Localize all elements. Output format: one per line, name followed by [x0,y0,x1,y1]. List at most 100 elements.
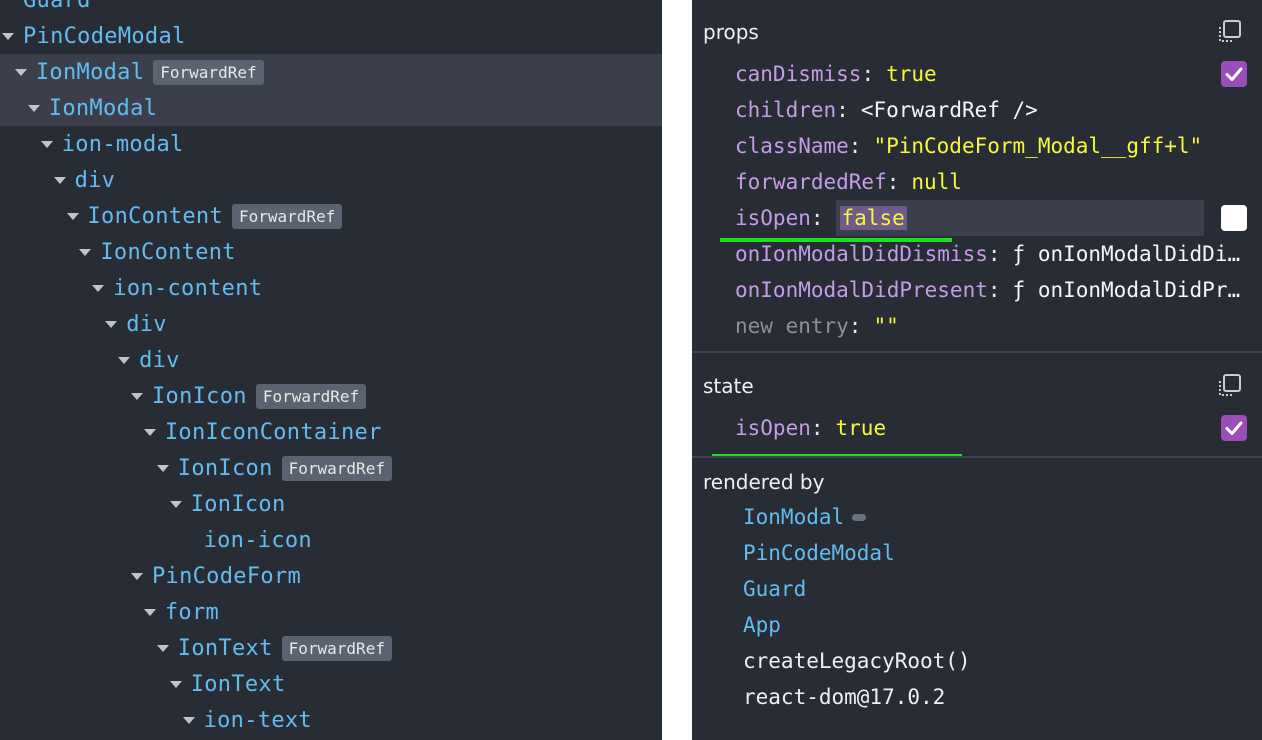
colon: : [861,62,875,86]
tree-row[interactable]: IonText [0,666,662,702]
triangle-down-icon[interactable] [92,284,105,292]
triangle-down-icon[interactable] [105,320,118,328]
triangle-down-icon[interactable] [79,248,92,256]
colon: : [987,278,1001,302]
tree-row[interactable]: IonIcon ForwardRef [0,450,662,486]
props-row[interactable]: canDismiss: true [735,57,1206,91]
triangle-down-icon[interactable] [66,212,79,220]
prop-key: onIonModalDidDismiss [735,242,988,266]
rendered-by-item[interactable]: Guard [743,572,806,606]
triangle-down-icon[interactable] [182,716,195,724]
tree-row[interactable]: IonIcon [0,486,662,522]
check-icon [1225,67,1243,81]
prop-value[interactable]: null [911,170,962,194]
props-row[interactable]: isOpen: false [735,200,1214,236]
prop-value-editor[interactable]: false [835,200,1204,236]
prop-value[interactable]: true [836,416,887,440]
triangle-down-icon[interactable] [169,500,182,508]
tree-row[interactable]: div [0,306,662,342]
colon: : [810,206,824,230]
triangle-down-icon[interactable] [143,608,156,616]
prop-value[interactable]: true [886,62,937,86]
triangle-down-icon[interactable] [156,644,169,652]
tree-node-name: div [74,167,116,193]
tree-row[interactable]: div [0,342,662,378]
tree-row[interactable]: IonIcon ForwardRef [0,378,662,414]
triangle-down-icon[interactable] [2,32,14,40]
prop-key: children [735,98,837,122]
props-row[interactable]: className: "PinCodeForm_Modal__gff+l" [735,129,1250,163]
props-row[interactable]: children: <ForwardRef /> [735,93,1250,127]
rendered-by-title: rendered by [703,470,825,494]
triangle-down-icon[interactable] [27,104,40,112]
component-tree: Guard PinCodeModal IonModal ForwardRef IonMo… [0,0,662,740]
triangle-down-icon[interactable] [131,572,143,580]
rendered-by-item: createLegacyRoot() [743,644,971,678]
prop-value[interactable]: "PinCodeForm_Modal__gff+l" [873,134,1202,158]
checkbox[interactable] [1221,61,1247,87]
copy-icon[interactable] [1216,373,1242,399]
prop-value[interactable]: "" [873,314,898,338]
checkbox[interactable] [1221,415,1247,441]
props-row[interactable]: onIonModalDidDismiss: ƒ onIonModalDidDism… [735,237,1250,271]
state-title: state [703,374,754,398]
tree-node-name: form [164,599,220,625]
triangle-down-icon[interactable] [118,356,131,364]
inspector-panel: props canDismiss: true children: <ForwardRe… [692,0,1262,740]
tree-node-name: IonModal [35,59,145,85]
rendered-by-item[interactable]: PinCodeModal [743,536,895,570]
tree-row[interactable]: ion-modal [0,126,662,162]
check-icon [1225,421,1243,435]
triangle-down-icon[interactable] [169,680,182,688]
props-title: props [703,20,759,44]
triangle-down-icon[interactable] [156,464,169,472]
props-row[interactable]: new entry: "" [735,309,1250,343]
prop-value[interactable]: ƒ onIonModalDidPresent() {} [1013,278,1250,302]
triangle-down-icon[interactable] [40,140,53,148]
tree-row[interactable]: ion-icon [0,522,662,558]
tree-node-name: PinCodeModal [23,23,186,49]
tree-node-name: ion-icon [203,527,312,553]
tree-row[interactable]: IonContent [0,234,662,270]
tree-row[interactable]: ion-text [0,702,662,738]
forwardref-badge: ForwardRef [281,635,392,661]
tree-row[interactable]: ion-content [0,270,662,306]
props-row[interactable]: onIonModalDidPresent: ƒ onIonModalDidPres… [735,273,1250,307]
tree-row[interactable]: IonIconContainer [0,414,662,450]
prop-value[interactable]: ƒ onIonModalDidDismiss() {} [1013,242,1250,266]
rendered-by-label: PinCodeModal [743,541,895,565]
colon: : [987,242,1001,266]
prop-key: onIonModalDidPresent [735,278,988,302]
tree-row[interactable]: div [0,162,662,198]
key-pill-icon [852,513,867,521]
section-divider [692,456,1262,458]
triangle-down-icon[interactable] [53,176,66,184]
copy-icon[interactable] [1216,19,1242,45]
prop-key: forwardedRef [735,170,887,194]
tree-row[interactable]: IonContent ForwardRef [0,198,662,234]
triangle-down-icon[interactable] [131,392,143,400]
tree-row[interactable]: PinCodeForm [0,558,662,594]
prop-key: isOpen [735,206,811,230]
tree-row[interactable]: PinCodeModal [0,18,662,54]
tree-row[interactable]: IonModal ForwardRef [0,54,662,90]
state-row[interactable]: isOpen: true [735,411,1206,445]
tree-row[interactable]: Guard [0,0,662,18]
tree-row[interactable]: form [0,594,662,630]
annotation-underline-props [720,238,952,242]
tree-row[interactable]: IonText ForwardRef [0,630,662,666]
colon: : [848,314,862,338]
props-row[interactable]: forwardedRef: null [735,165,1250,199]
rendered-by-item[interactable]: IonModal [743,500,867,534]
panel-divider[interactable] [662,0,692,740]
tree-node-name: ion-content [113,275,263,301]
prop-key: canDismiss [735,62,862,86]
triangle-down-icon[interactable] [14,68,27,76]
prop-value[interactable]: <ForwardRef /> [861,98,1038,122]
rendered-by-label: react-dom@17.0.2 [743,685,946,709]
tree-node-name: IonContent [87,203,223,229]
checkbox[interactable] [1221,205,1247,231]
triangle-down-icon[interactable] [143,428,156,436]
rendered-by-item[interactable]: App [743,608,781,642]
tree-row[interactable]: IonModal [0,90,662,126]
